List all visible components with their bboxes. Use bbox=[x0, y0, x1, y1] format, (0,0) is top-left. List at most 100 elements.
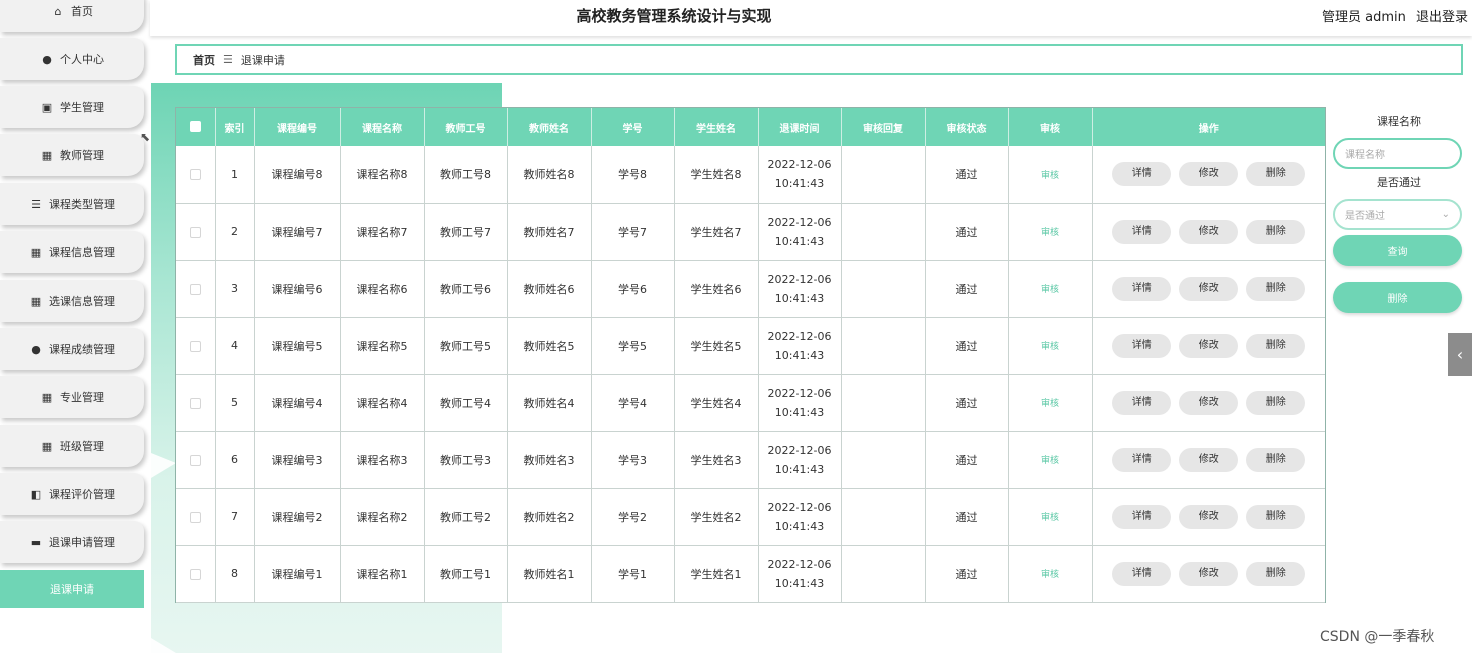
cell-withdraw-time: 2022-12-06 10:41:43 bbox=[758, 545, 842, 603]
column-header: 审核状态 bbox=[925, 108, 1009, 146]
sidebar-item-8[interactable]: ● 课程成绩管理 bbox=[0, 328, 144, 370]
sidebar-item-9[interactable]: ▦ 专业管理 bbox=[0, 376, 144, 418]
sidebar-item-3[interactable]: ▣ 学生管理 bbox=[0, 86, 144, 128]
cell-course-no: 课程编号3 bbox=[254, 431, 341, 489]
select-all-cell[interactable] bbox=[176, 108, 216, 146]
row-checkbox[interactable] bbox=[189, 340, 201, 352]
delete-button[interactable]: 删除 bbox=[1246, 447, 1306, 472]
delete-button[interactable]: 删除 bbox=[1246, 276, 1306, 301]
cell-actions: 详情 修改 删除 bbox=[1092, 431, 1325, 489]
cell-student-no: 学号3 bbox=[591, 431, 675, 489]
row-select-cell[interactable] bbox=[176, 317, 216, 375]
column-header: 操作 bbox=[1092, 108, 1325, 146]
delete-button[interactable]: 删除 bbox=[1246, 333, 1306, 358]
breadcrumb-home[interactable]: 首页 bbox=[193, 52, 215, 68]
detail-button[interactable]: 详情 bbox=[1112, 333, 1172, 358]
delete-selected-button[interactable]: 删除 bbox=[1333, 282, 1462, 313]
user-icon: ● bbox=[42, 52, 52, 66]
audit-link[interactable]: 审核 bbox=[1041, 456, 1059, 466]
sidebar-item-label: 专业管理 bbox=[60, 391, 104, 404]
row-checkbox[interactable] bbox=[189, 511, 201, 523]
sidebar-item-6[interactable]: ▦ 课程信息管理 bbox=[0, 231, 144, 273]
detail-button[interactable]: 详情 bbox=[1112, 219, 1172, 244]
user-name: 管理员 admin bbox=[1321, 10, 1406, 25]
row-checkbox[interactable] bbox=[189, 283, 201, 295]
row-select-cell[interactable] bbox=[176, 431, 216, 489]
cell-student-no: 学号8 bbox=[591, 146, 675, 204]
row-checkbox[interactable] bbox=[189, 169, 201, 181]
row-select-cell[interactable] bbox=[176, 488, 216, 546]
withdraw-time: 10:41:43 bbox=[774, 234, 825, 248]
delete-button[interactable]: 删除 bbox=[1246, 561, 1306, 586]
delete-button[interactable]: 删除 bbox=[1246, 162, 1306, 187]
cell-withdraw-time: 2022-12-06 10:41:43 bbox=[758, 203, 842, 261]
cell-audit-status: 通过 bbox=[925, 317, 1009, 375]
edit-button[interactable]: 修改 bbox=[1179, 333, 1239, 358]
audit-link[interactable]: 审核 bbox=[1041, 228, 1059, 238]
logout-link[interactable]: 退出登录 bbox=[1416, 10, 1468, 25]
sidebar-item-label: 班级管理 bbox=[60, 440, 104, 453]
collapse-panel-icon[interactable]: ‹ bbox=[1448, 333, 1472, 376]
row-checkbox[interactable] bbox=[189, 454, 201, 466]
sidebar-item-4[interactable]: ▦ 教师管理 bbox=[0, 134, 144, 176]
edit-button[interactable]: 修改 bbox=[1179, 219, 1239, 244]
cell-course-no: 课程编号4 bbox=[254, 374, 341, 432]
sidebar-item-7[interactable]: ▦ 选课信息管理 bbox=[0, 280, 144, 322]
query-button[interactable]: 查询 bbox=[1333, 235, 1462, 266]
sidebar-item-5[interactable]: ☰ 课程类型管理 bbox=[0, 183, 144, 225]
audit-link[interactable]: 审核 bbox=[1041, 399, 1059, 409]
sidebar-item-active[interactable]: 退课申请 bbox=[0, 570, 144, 608]
sidebar-item-11[interactable]: ◧ 课程评价管理 bbox=[0, 473, 144, 515]
row-select-cell[interactable] bbox=[176, 146, 216, 204]
detail-button[interactable]: 详情 bbox=[1112, 447, 1172, 472]
row-checkbox[interactable] bbox=[189, 226, 201, 238]
detail-button[interactable]: 详情 bbox=[1112, 390, 1172, 415]
cell-student-no: 学号4 bbox=[591, 374, 675, 432]
decorative-chevrons bbox=[151, 453, 176, 653]
breadcrumb-current: 退课申请 bbox=[240, 53, 285, 67]
detail-button[interactable]: 详情 bbox=[1112, 276, 1172, 301]
withdraw-time: 10:41:43 bbox=[774, 348, 825, 362]
cell-actions: 详情 修改 删除 bbox=[1092, 488, 1325, 546]
edit-button[interactable]: 修改 bbox=[1179, 447, 1239, 472]
delete-button[interactable]: 删除 bbox=[1246, 390, 1306, 415]
select-all-checkbox[interactable] bbox=[189, 121, 201, 133]
edit-button[interactable]: 修改 bbox=[1179, 390, 1239, 415]
audit-link[interactable]: 审核 bbox=[1041, 285, 1059, 295]
cell-course-name: 课程名称5 bbox=[340, 317, 425, 375]
withdraw-date: 2022-12-06 bbox=[767, 215, 832, 229]
edit-button[interactable]: 修改 bbox=[1179, 561, 1239, 586]
edit-button[interactable]: 修改 bbox=[1179, 162, 1239, 187]
cell-course-no: 课程编号7 bbox=[254, 203, 341, 261]
detail-button[interactable]: 详情 bbox=[1112, 561, 1172, 586]
delete-button[interactable]: 删除 bbox=[1246, 504, 1306, 529]
audit-link[interactable]: 审核 bbox=[1041, 513, 1059, 523]
withdraw-time: 10:41:43 bbox=[774, 291, 825, 305]
audit-link[interactable]: 审核 bbox=[1041, 570, 1059, 580]
cell-withdraw-time: 2022-12-06 10:41:43 bbox=[758, 374, 842, 432]
sidebar-item-2[interactable]: ● 个人中心 bbox=[0, 38, 144, 80]
cell-audit-reply bbox=[841, 431, 926, 489]
cell-audit-reply bbox=[841, 203, 926, 261]
cell-audit: 审核 bbox=[1008, 431, 1093, 489]
edit-button[interactable]: 修改 bbox=[1179, 276, 1239, 301]
row-select-cell[interactable] bbox=[176, 374, 216, 432]
row-select-cell[interactable] bbox=[176, 260, 216, 318]
cell-course-name: 课程名称4 bbox=[340, 374, 425, 432]
course-name-input[interactable]: 课程名称 bbox=[1333, 138, 1462, 169]
detail-button[interactable]: 详情 bbox=[1112, 504, 1172, 529]
edit-button[interactable]: 修改 bbox=[1179, 504, 1239, 529]
detail-button[interactable]: 详情 bbox=[1112, 162, 1172, 187]
row-checkbox[interactable] bbox=[189, 397, 201, 409]
audit-link[interactable]: 审核 bbox=[1041, 171, 1059, 181]
audit-link[interactable]: 审核 bbox=[1041, 342, 1059, 352]
row-select-cell[interactable] bbox=[176, 203, 216, 261]
sidebar-item-12[interactable]: ▬ 退课申请管理 bbox=[0, 521, 144, 563]
delete-button[interactable]: 删除 bbox=[1246, 219, 1306, 244]
row-select-cell[interactable] bbox=[176, 545, 216, 603]
sidebar-item-10[interactable]: ▦ 班级管理 bbox=[0, 425, 144, 467]
pass-select[interactable]: 是否通过 ⌄ bbox=[1333, 199, 1462, 230]
column-header: 退课时间 bbox=[758, 108, 842, 146]
row-checkbox[interactable] bbox=[189, 568, 201, 580]
cell-teacher-no: 教师工号8 bbox=[424, 146, 508, 204]
